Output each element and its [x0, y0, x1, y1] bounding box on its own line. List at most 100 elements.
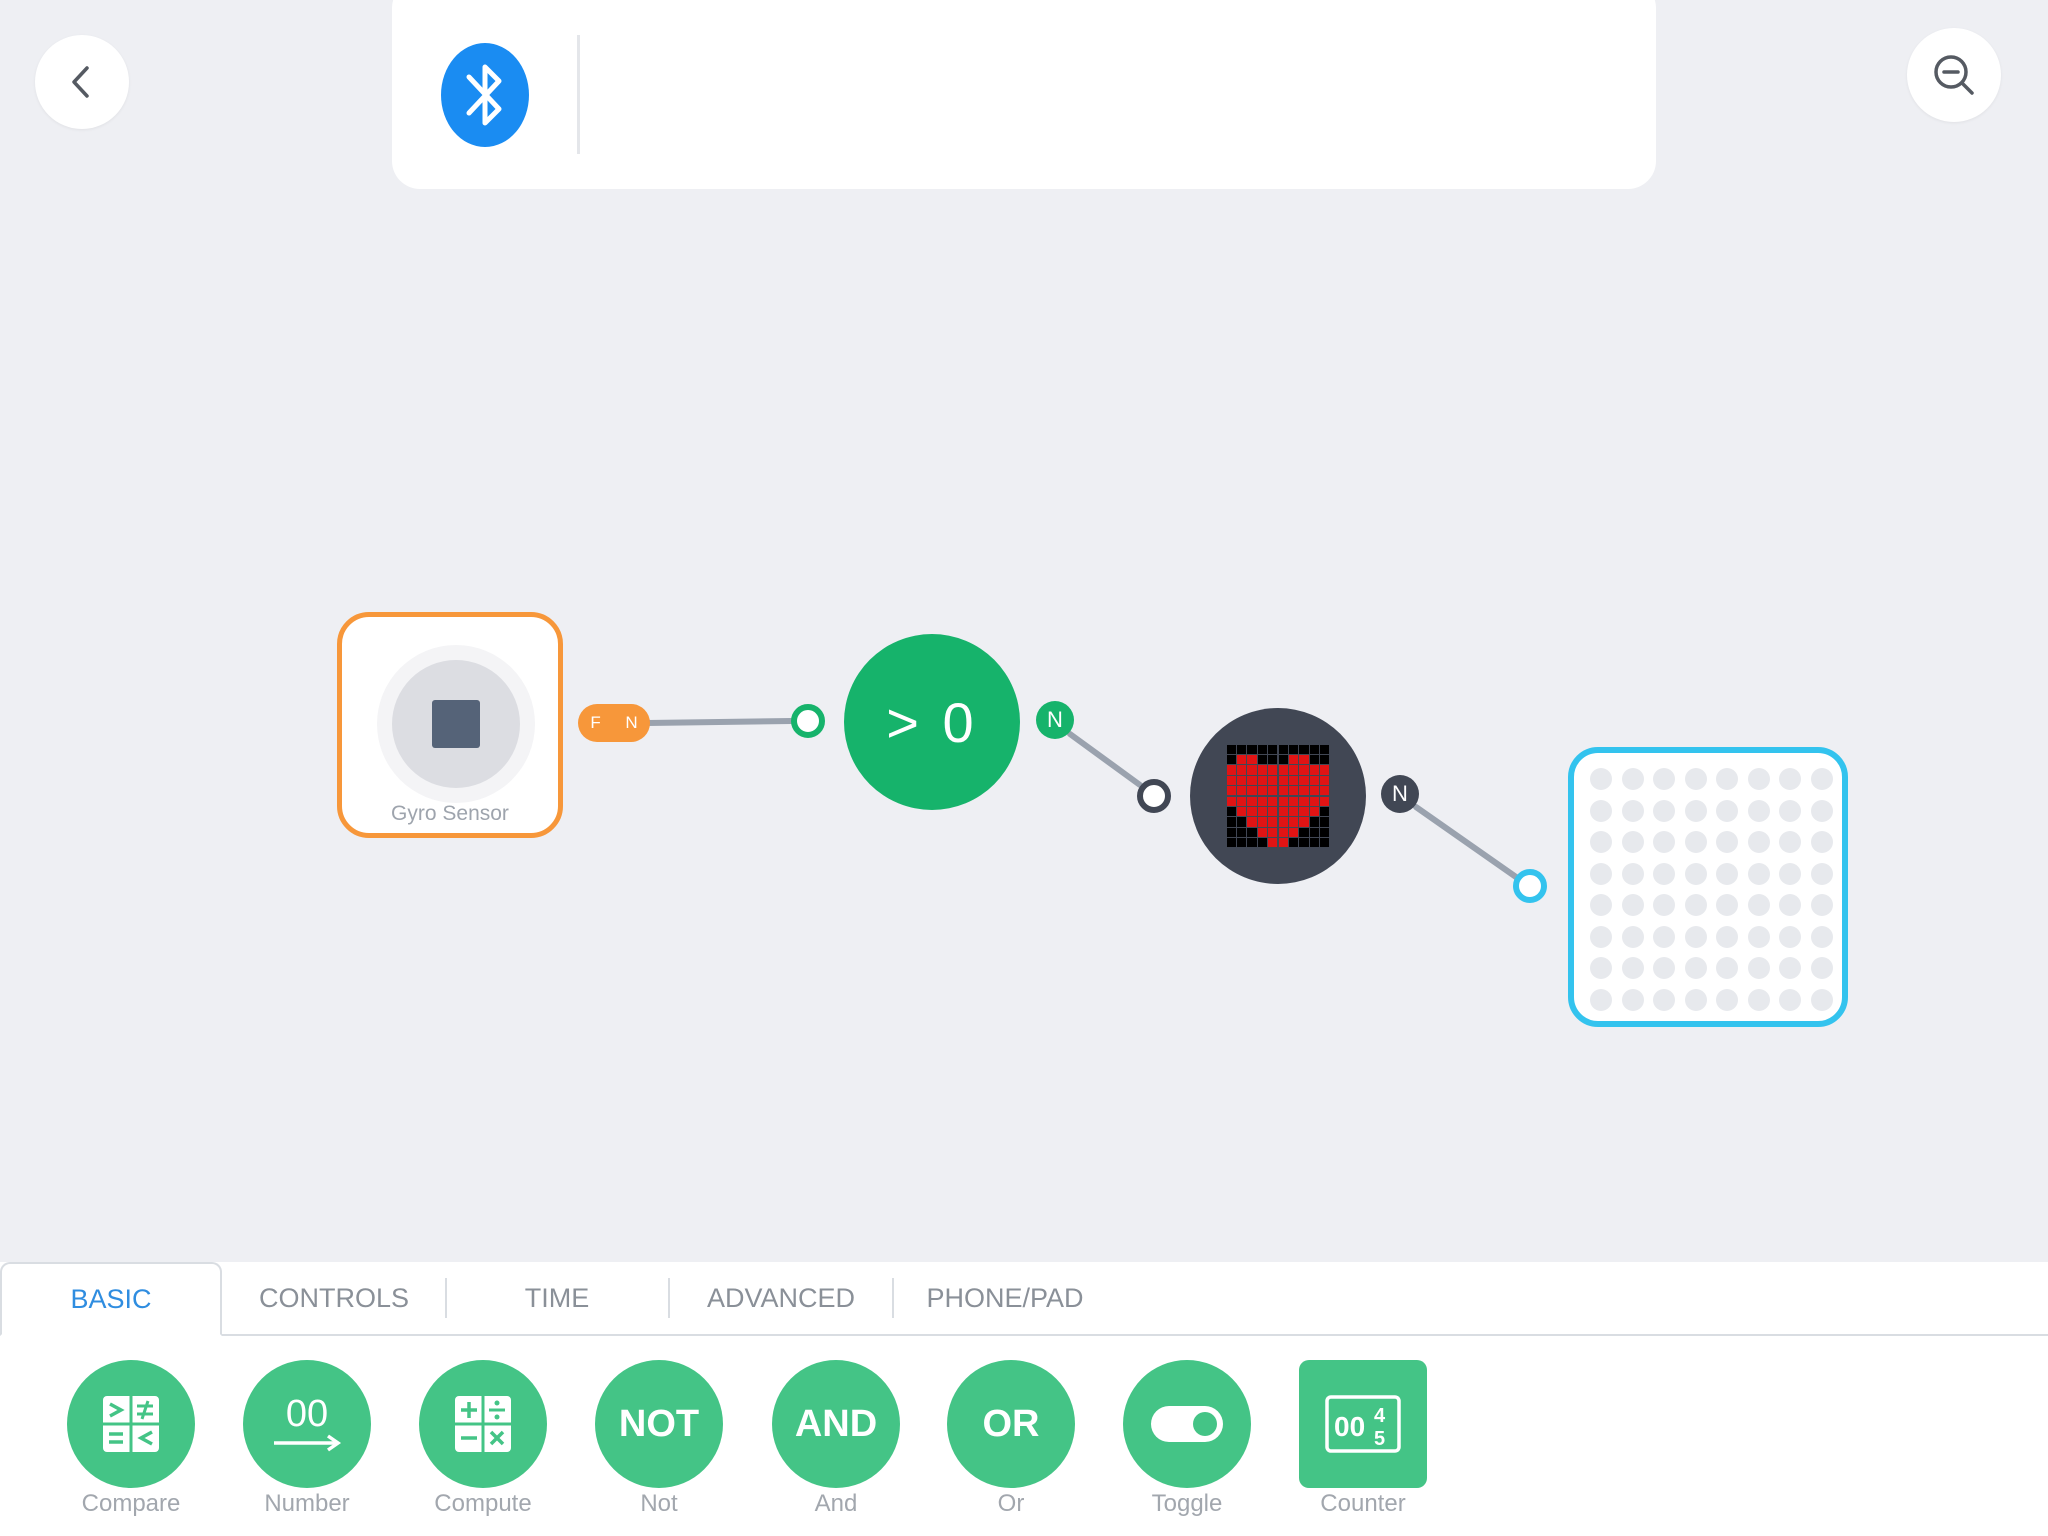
svg-text:5: 5: [1374, 1428, 1385, 1450]
led-dot: [1653, 799, 1675, 822]
heart-pixel: [1299, 775, 1309, 786]
heart-pixel: [1257, 765, 1268, 775]
heart-pixel: [1278, 796, 1288, 806]
led-dot: [1590, 957, 1612, 979]
heart-pixel: [1309, 796, 1319, 806]
heart-pixel: [1257, 744, 1268, 754]
led-dot: [1716, 894, 1738, 916]
tab-phone-pad[interactable]: PHONE/PAD: [894, 1262, 1116, 1334]
led-dot: [1747, 894, 1770, 916]
heart-pixel: [1309, 786, 1319, 796]
heart-pixel: [1247, 755, 1257, 765]
tool-toggle[interactable]: Toggle: [1122, 1360, 1252, 1517]
tool-counter[interactable]: 00 4 5 Counter: [1298, 1360, 1428, 1517]
tab-time[interactable]: TIME: [446, 1262, 668, 1334]
heart-pixel: [1226, 796, 1236, 806]
tool-compare-label: Compare: [81, 1490, 181, 1517]
heart-pixel: [1226, 806, 1236, 817]
led-dot: [1684, 831, 1707, 853]
led-dot: [1684, 799, 1707, 822]
led-dot: [1810, 957, 1833, 979]
and-icon: AND: [772, 1360, 900, 1488]
gyro-sensor-icon: [377, 645, 535, 803]
tool-or[interactable]: OR Or: [946, 1360, 1076, 1517]
led-dot: [1621, 894, 1644, 916]
led-dot: [1779, 894, 1801, 916]
or-icon: OR: [947, 1360, 1075, 1488]
heart-pixel: [1278, 827, 1288, 837]
led-dot: [1621, 768, 1644, 790]
led-dot: [1779, 799, 1801, 822]
counter-icon: 00 4 5: [1299, 1360, 1427, 1488]
heart-output-port[interactable]: N: [1381, 775, 1419, 813]
heart-pixel: [1247, 796, 1257, 806]
compare-output-port[interactable]: N: [1036, 701, 1074, 739]
led-dot: [1747, 831, 1770, 853]
led-dot: [1716, 925, 1738, 948]
led-dot: [1747, 768, 1770, 790]
gyro-sensor-node[interactable]: Gyro Sensor: [337, 612, 563, 838]
gyro-chip: [432, 700, 480, 748]
tab-basic[interactable]: BASIC: [0, 1262, 222, 1336]
heart-pixel: [1309, 744, 1319, 754]
led-dot: [1653, 957, 1675, 979]
gyro-output-port[interactable]: F N: [578, 704, 650, 742]
tool-number-label: Number: [264, 1490, 350, 1517]
heart-pixel: [1237, 817, 1247, 827]
heart-pixel: [1257, 806, 1268, 817]
led-dot: [1590, 831, 1612, 853]
led-dot: [1779, 957, 1801, 979]
heart-pixel: [1299, 744, 1309, 754]
number-glyph: 00: [285, 1393, 329, 1435]
heart-pixel: [1257, 755, 1268, 765]
heart-pixel: [1226, 838, 1236, 848]
heart-pixel: [1268, 775, 1278, 786]
heart-pixel: [1320, 755, 1330, 765]
heart-pixel: [1299, 838, 1309, 848]
heart-pixel: [1257, 796, 1268, 806]
heart-pixel: [1299, 806, 1309, 817]
svg-text:4: 4: [1374, 1405, 1386, 1427]
heart-pixel: [1320, 744, 1330, 754]
led-dot: [1810, 862, 1833, 885]
heart-pixel: [1247, 827, 1257, 837]
heart-pixel: [1268, 796, 1278, 806]
tool-number[interactable]: 00 Number: [242, 1360, 372, 1517]
heart-pixel: [1268, 817, 1278, 827]
tool-and[interactable]: AND And: [771, 1360, 901, 1517]
heart-pattern-node[interactable]: [1190, 708, 1366, 884]
heart-pixel: [1247, 838, 1257, 848]
led-dot: [1779, 925, 1801, 948]
tool-counter-label: Counter: [1320, 1490, 1406, 1517]
compare-expression: > 0: [886, 690, 978, 754]
led-dot: [1590, 799, 1612, 822]
tool-compute[interactable]: Compute: [418, 1360, 548, 1517]
heart-pixel: [1320, 827, 1330, 837]
heart-pixel: [1320, 796, 1330, 806]
led-dot: [1653, 831, 1675, 853]
heart-pixel: [1237, 765, 1247, 775]
led-dot: [1747, 925, 1770, 948]
connection-wires: [645, 704, 1547, 903]
matrix-input-port: [1513, 869, 1547, 903]
led-matrix-node[interactable]: [1568, 747, 1848, 1027]
compare-node[interactable]: > 0: [844, 634, 1020, 810]
heart-pixel: [1288, 806, 1299, 817]
heart-pixel: [1237, 786, 1247, 796]
heart-pixel: [1309, 838, 1319, 848]
tool-compare[interactable]: Compare: [66, 1360, 196, 1517]
led-dot: [1747, 799, 1770, 822]
led-dot: [1684, 894, 1707, 916]
heart-pixel: [1247, 786, 1257, 796]
tab-controls[interactable]: CONTROLS: [222, 1262, 446, 1334]
port-f-label: F: [590, 713, 601, 732]
heart-pixel: [1237, 796, 1247, 806]
heart-pixel: [1247, 775, 1257, 786]
led-dot: [1653, 925, 1675, 948]
tool-toggle-label: Toggle: [1151, 1490, 1223, 1517]
tool-not[interactable]: NOT Not: [594, 1360, 724, 1517]
tab-advanced[interactable]: ADVANCED: [670, 1262, 892, 1334]
compare-icon: [67, 1360, 195, 1488]
heart-pixel: [1278, 744, 1288, 754]
led-dot: [1590, 894, 1612, 916]
